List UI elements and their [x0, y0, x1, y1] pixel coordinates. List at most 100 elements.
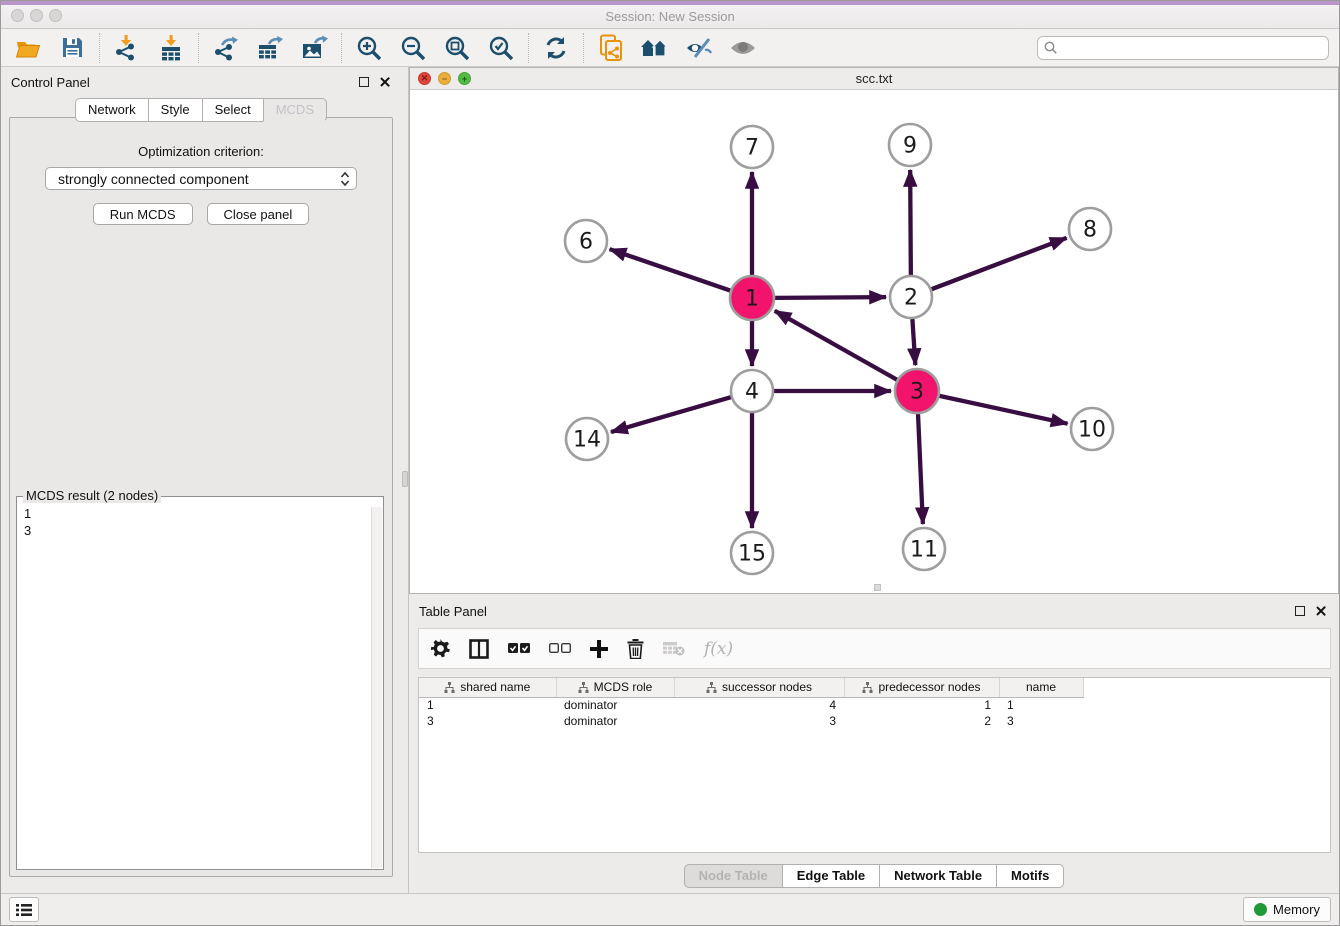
edge-2-9[interactable] [910, 170, 911, 275]
deselect-all-checks-icon[interactable] [549, 643, 571, 655]
cell-predecessor-nodes[interactable]: 1 [844, 697, 999, 713]
optimization-criterion-select[interactable]: strongly connected component [45, 167, 357, 190]
node-4[interactable]: 4 [731, 370, 773, 412]
tab-select[interactable]: Select [202, 98, 263, 122]
select-chevrons-icon [340, 171, 350, 187]
table-settings-icon[interactable] [431, 639, 450, 658]
sort-hierarchy-icon [444, 682, 455, 693]
run-mcds-button[interactable]: Run MCDS [93, 203, 193, 225]
edge-2-8[interactable] [932, 238, 1067, 289]
edge-3-10[interactable] [939, 396, 1067, 424]
splitter-grip[interactable] [402, 471, 408, 487]
tab-node-table[interactable]: Node Table [684, 864, 782, 888]
cell-name[interactable]: 1 [999, 697, 1083, 713]
float-panel-icon[interactable] [359, 77, 369, 87]
export-network-icon[interactable] [211, 33, 241, 63]
tab-network[interactable]: Network [75, 98, 148, 122]
node-1[interactable]: 1 [730, 276, 774, 320]
import-network-icon[interactable] [112, 33, 142, 63]
add-column-icon[interactable] [590, 640, 608, 658]
node-3[interactable]: 3 [895, 369, 939, 413]
cell-MCDS-role[interactable]: dominator [556, 713, 674, 729]
import-table-icon[interactable] [156, 33, 186, 63]
node-8[interactable]: 8 [1069, 208, 1111, 250]
result-scrollbar[interactable] [371, 507, 382, 868]
column-visibility-icon[interactable] [469, 639, 489, 659]
search-field[interactable] [1037, 36, 1329, 60]
network-resize-grip[interactable] [874, 584, 881, 591]
network-canvas[interactable]: 7 9 6 8 1 2 4 3 14 10 15 11 [410, 90, 1338, 593]
export-table-icon[interactable] [255, 33, 285, 63]
node-label: 6 [579, 230, 593, 255]
node-6[interactable]: 6 [565, 220, 607, 262]
edge-1-6[interactable] [610, 249, 731, 290]
cell-name[interactable]: 3 [999, 713, 1083, 729]
table-row[interactable]: 3dominator323 [419, 713, 1083, 729]
column-header-name[interactable]: name [999, 678, 1083, 697]
network-maximize-button[interactable]: + [458, 72, 471, 85]
close-panel-button[interactable]: Close panel [207, 203, 310, 225]
cell-shared-name[interactable]: 3 [419, 713, 556, 729]
zoom-fit-icon[interactable] [442, 33, 472, 63]
tab-network-table[interactable]: Network Table [879, 864, 996, 888]
edge-4-14[interactable] [611, 397, 731, 432]
node-15[interactable]: 15 [731, 532, 773, 574]
edge-3-11[interactable] [918, 414, 923, 524]
network-minimize-button[interactable]: − [438, 72, 451, 85]
column-header-predecessor-nodes[interactable]: predecessor nodes [844, 678, 999, 697]
home-network-view-icon[interactable] [640, 33, 670, 63]
node-table[interactable]: shared nameMCDS rolesuccessor nodesprede… [418, 677, 1331, 853]
select-all-checks-icon[interactable] [508, 643, 530, 655]
network-close-button[interactable]: ✕ [418, 72, 431, 85]
node-7[interactable]: 7 [731, 126, 773, 168]
cell-predecessor-nodes[interactable]: 2 [844, 713, 999, 729]
tab-style[interactable]: Style [148, 98, 202, 122]
node-table-body[interactable]: 1dominator4113dominator323 [419, 697, 1083, 729]
cell-successor-nodes[interactable]: 3 [674, 713, 844, 729]
memory-button[interactable]: Memory [1243, 897, 1331, 922]
edge-2-3[interactable] [912, 319, 915, 365]
new-network-from-selection-icon[interactable] [596, 33, 626, 63]
float-table-panel-icon[interactable] [1295, 606, 1305, 616]
search-input[interactable] [1061, 41, 1322, 55]
table-row[interactable]: 1dominator411 [419, 697, 1083, 713]
node-2[interactable]: 2 [890, 276, 932, 318]
network-window-titlebar: ✕ − + scc.txt [410, 68, 1338, 90]
edge-3-1[interactable] [775, 311, 897, 380]
refresh-view-icon[interactable] [541, 33, 571, 63]
column-header-MCDS-role[interactable]: MCDS role [556, 678, 674, 697]
export-image-icon[interactable] [299, 33, 329, 63]
hide-selected-icon[interactable] [684, 33, 714, 63]
node-9[interactable]: 9 [889, 124, 931, 166]
column-header-shared-name[interactable]: shared name [419, 678, 556, 697]
cell-MCDS-role[interactable]: dominator [556, 697, 674, 713]
edge-1-2[interactable] [775, 297, 886, 298]
column-label: name [1026, 680, 1056, 694]
result-line: 1 [24, 505, 381, 522]
node-14[interactable]: 14 [566, 418, 608, 460]
close-panel-icon[interactable] [379, 76, 391, 88]
node-table-header[interactable]: shared nameMCDS rolesuccessor nodesprede… [419, 678, 1083, 697]
show-all-icon[interactable] [728, 33, 758, 63]
memory-label: Memory [1273, 902, 1320, 917]
column-header-successor-nodes[interactable]: successor nodes [674, 678, 844, 697]
zoom-selected-icon[interactable] [486, 33, 516, 63]
tab-motifs[interactable]: Motifs [996, 864, 1064, 888]
panel-splitter[interactable] [401, 67, 409, 893]
sort-hierarchy-icon [862, 682, 873, 693]
selected-criterion: strongly connected component [58, 171, 340, 187]
tab-edge-table[interactable]: Edge Table [782, 864, 879, 888]
save-session-icon[interactable] [57, 33, 87, 63]
node-11[interactable]: 11 [903, 528, 945, 570]
node-10[interactable]: 10 [1071, 408, 1113, 450]
close-table-panel-icon[interactable] [1315, 605, 1327, 617]
zoom-in-icon[interactable] [354, 33, 384, 63]
zoom-out-icon[interactable] [398, 33, 428, 63]
delete-column-icon[interactable] [627, 639, 644, 659]
task-history-button[interactable] [9, 897, 39, 922]
tab-mcds[interactable]: MCDS [263, 98, 327, 122]
cell-shared-name[interactable]: 1 [419, 697, 556, 713]
cell-successor-nodes[interactable]: 4 [674, 697, 844, 713]
open-session-icon[interactable] [13, 33, 43, 63]
memory-status-icon [1254, 903, 1267, 916]
